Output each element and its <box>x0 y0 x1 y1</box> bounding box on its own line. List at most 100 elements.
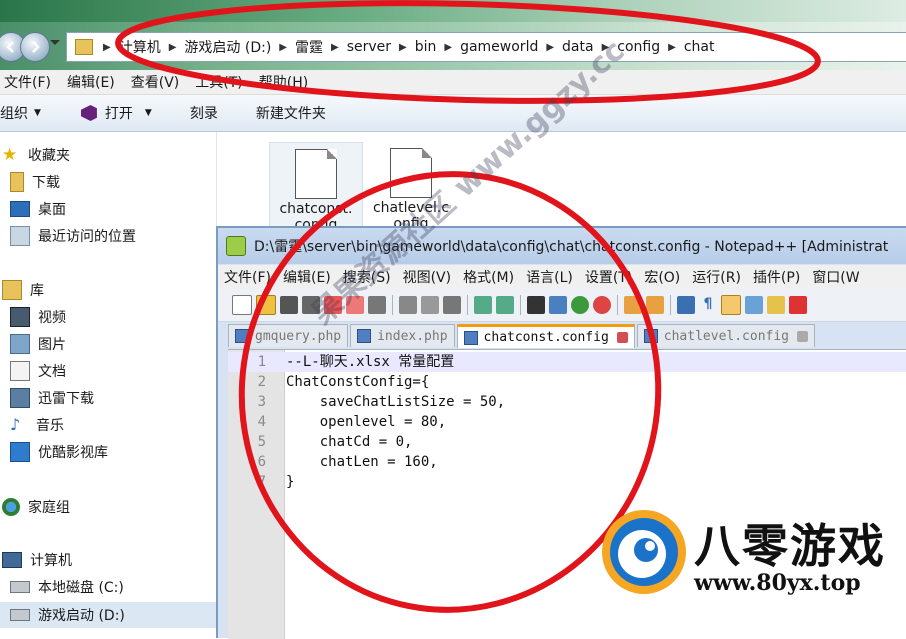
save-icon <box>463 330 478 345</box>
sidebar-item-pictures[interactable]: 图片 <box>10 333 66 355</box>
new-folder-button[interactable]: 新建文件夹 <box>246 103 336 123</box>
find-icon[interactable] <box>527 296 545 314</box>
sync-scroll-h-icon[interactable] <box>646 296 664 314</box>
print-icon[interactable] <box>368 296 386 314</box>
breadcrumb-item-drive-d[interactable]: 游戏启动 (D:) <box>180 37 275 57</box>
code-line-text: chatLen = 160, <box>286 454 438 470</box>
npp-menu-run[interactable]: 运行(R) <box>686 267 747 287</box>
sidebar-item-favorites[interactable]: ★ 收藏夹 <box>2 144 70 166</box>
menu-edit[interactable]: 编辑(E) <box>59 72 123 92</box>
undo-icon[interactable] <box>474 296 492 314</box>
forward-arrow-icon <box>32 41 40 53</box>
menu-file[interactable]: 文件(F) <box>0 72 59 92</box>
code-line-text: ChatConstConfig={ <box>286 374 430 390</box>
npp-menu-file[interactable]: 文件(F) <box>218 267 277 287</box>
breadcrumb-item-gameworld[interactable]: gameworld <box>456 39 542 55</box>
history-dropdown-icon[interactable] <box>50 40 60 45</box>
homegroup-icon <box>2 498 20 516</box>
redo-icon[interactable] <box>496 296 514 314</box>
npp-menu-settings[interactable]: 设置(T) <box>579 267 638 287</box>
file-name-line1: chatconst. <box>279 201 353 217</box>
copy-icon[interactable] <box>421 296 439 314</box>
record-macro-icon[interactable] <box>789 296 807 314</box>
sidebar-item-computer[interactable]: 计算机 <box>2 549 72 571</box>
drive-icon <box>10 581 30 593</box>
open-file-icon[interactable] <box>256 295 276 315</box>
sidebar-item-videos[interactable]: 视频 <box>10 306 66 328</box>
menu-view[interactable]: 查看(V) <box>123 72 188 92</box>
burn-button[interactable]: 刻录 <box>180 103 228 123</box>
sidebar-item-drive-c[interactable]: 本地磁盘 (C:) <box>10 576 124 598</box>
sidebar-item-libraries[interactable]: 库 <box>2 279 44 301</box>
close-icon[interactable] <box>797 330 809 342</box>
sidebar-item-label: 下载 <box>32 175 60 191</box>
doc-map-icon[interactable] <box>745 296 763 314</box>
indent-guide-icon[interactable] <box>721 295 741 315</box>
sidebar-item-thunder-downloads[interactable]: 迅雷下载 <box>10 387 94 409</box>
tab-chatlevel[interactable]: chatlevel.config <box>636 324 816 347</box>
npp-menu-plugins[interactable]: 插件(P) <box>747 267 806 287</box>
save-icon <box>643 329 658 343</box>
close-icon[interactable] <box>616 332 628 343</box>
cut-icon[interactable] <box>399 296 417 314</box>
menu-help[interactable]: 帮助(H) <box>251 72 316 92</box>
chevron-down-icon: ▼ <box>144 108 152 118</box>
npp-menu-view[interactable]: 视图(V) <box>397 267 458 287</box>
npp-menu-macro[interactable]: 宏(O) <box>638 267 686 287</box>
thunder-download-icon <box>10 388 30 408</box>
save-icon <box>357 329 372 343</box>
function-list-icon[interactable] <box>767 296 785 314</box>
breadcrumb-separator: ▶ <box>546 41 555 53</box>
zoom-in-icon[interactable] <box>571 296 589 314</box>
sidebar-item-label: 优酷影视库 <box>38 445 108 461</box>
tab-index[interactable]: index.php <box>350 324 455 347</box>
sidebar-item-downloads[interactable]: 下载 <box>10 171 60 193</box>
explorer-menubar: 文件(F) 编辑(E) 查看(V) 工具(T) 帮助(H) <box>0 70 906 95</box>
breadcrumb-item-bin[interactable]: bin <box>411 39 441 55</box>
sidebar-item-drive-d[interactable]: 游戏启动 (D:) <box>0 602 216 628</box>
sidebar-item-homegroup[interactable]: 家庭组 <box>2 496 70 518</box>
drive-icon <box>10 609 30 621</box>
explorer-command-bar: 组织 ▼ 打开 ▼ 刻录 新建文件夹 <box>0 95 906 132</box>
tab-chatconst[interactable]: chatconst.config <box>456 324 635 348</box>
npp-menu-window[interactable]: 窗口(W <box>806 267 865 287</box>
save-icon[interactable] <box>280 296 298 314</box>
logo-title: 八零游戏 <box>694 519 886 573</box>
sidebar-item-documents[interactable]: 文档 <box>10 360 66 382</box>
word-wrap-icon[interactable] <box>677 296 695 314</box>
sidebar-item-label: 计算机 <box>30 553 72 569</box>
breadcrumb-item-chat[interactable]: chat <box>680 39 719 55</box>
line-number: 7 <box>257 474 266 490</box>
notepad-app-icon <box>226 236 246 256</box>
sync-scroll-v-icon[interactable] <box>624 296 642 314</box>
open-button[interactable]: 打开 ▼ <box>71 103 162 123</box>
breadcrumb-separator: ▶ <box>103 41 111 53</box>
sidebar-item-label: 视频 <box>38 310 66 326</box>
breadcrumb-item-computer[interactable]: 计算机 <box>115 37 165 57</box>
folder-icon <box>75 39 93 55</box>
new-file-icon[interactable] <box>232 295 252 315</box>
menu-tools[interactable]: 工具(T) <box>187 72 250 92</box>
sidebar-item-music[interactable]: ♪ 音乐 <box>10 414 64 436</box>
breadcrumb-item-leiting[interactable]: 雷霆 <box>291 37 327 57</box>
address-bar[interactable]: ▶ 计算机 ▶ 游戏启动 (D:) ▶ 雷霆 ▶ server ▶ bin ▶ … <box>66 32 906 62</box>
sidebar-item-label: 图片 <box>38 337 66 353</box>
paste-icon[interactable] <box>443 296 461 314</box>
document-library-icon <box>10 361 30 381</box>
visual-studio-icon <box>80 105 97 121</box>
breadcrumb-item-server[interactable]: server <box>343 39 395 55</box>
replace-icon[interactable] <box>549 296 567 314</box>
npp-menu-language[interactable]: 语言(L) <box>520 267 579 287</box>
zoom-out-icon[interactable] <box>593 296 611 314</box>
line-number: 5 <box>257 434 266 450</box>
sidebar-item-youku-library[interactable]: 优酷影视库 <box>10 441 108 463</box>
show-all-chars-icon[interactable]: ¶ <box>699 296 717 314</box>
file-item-chatconst[interactable]: chatconst. config <box>269 142 363 238</box>
sidebar-item-recent-places[interactable]: 最近访问的位置 <box>10 225 136 247</box>
navigation-pane: ★ 收藏夹 下载 桌面 最近访问的位置 库 视频 图片 文档 迅雷下载 ♪ 音乐… <box>0 132 217 636</box>
sidebar-item-desktop[interactable]: 桌面 <box>10 198 66 220</box>
npp-title-bar[interactable]: D:\雷霆\server\bin\gameworld\data\config\c… <box>218 228 906 264</box>
npp-menu-format[interactable]: 格式(M) <box>457 267 520 287</box>
organize-button[interactable]: 组织 ▼ <box>0 103 51 123</box>
forward-button[interactable] <box>20 32 50 62</box>
